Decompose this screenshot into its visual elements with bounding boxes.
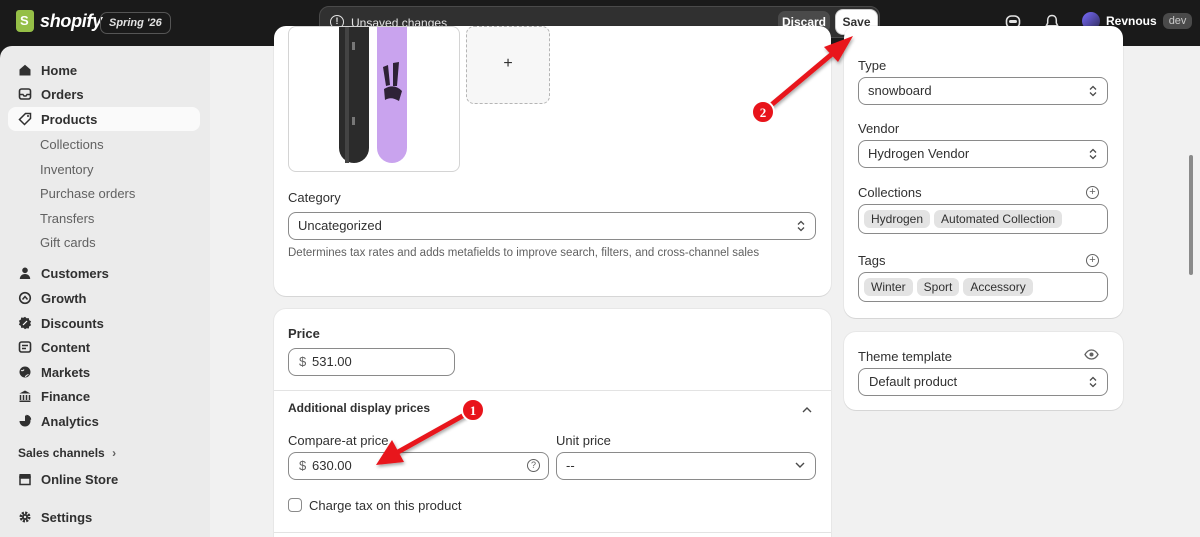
annotation-arrow-1 [376, 411, 469, 465]
svg-text:2: 2 [760, 105, 767, 120]
annotation-arrow-2 [767, 36, 853, 109]
annotation-marker-1: 1 [461, 398, 485, 422]
annotation-marker-2: 2 [751, 100, 775, 124]
svg-text:1: 1 [470, 403, 477, 418]
annotation-overlay: 1 2 [376, 36, 853, 465]
